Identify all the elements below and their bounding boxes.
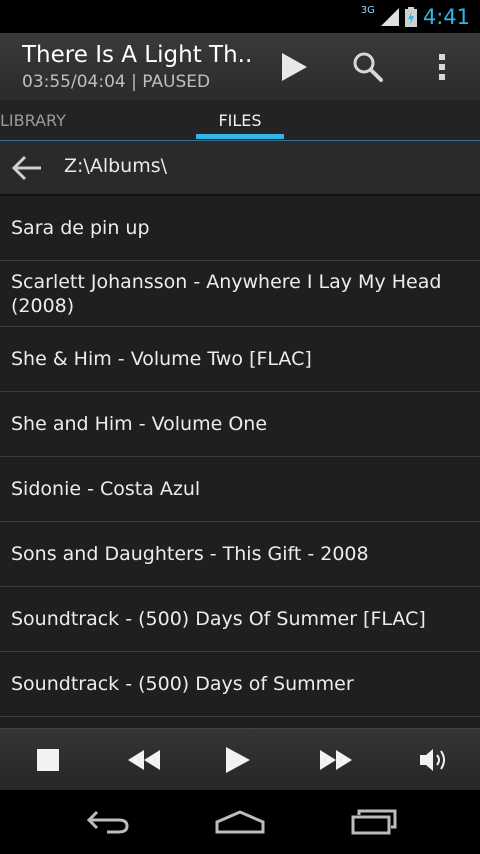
search-icon bbox=[353, 52, 383, 82]
current-path: Z:\Albums\ bbox=[64, 155, 168, 177]
list-item[interactable]: Scarlett Johansson - Anywhere I Lay My H… bbox=[0, 261, 480, 327]
rewind-icon bbox=[128, 750, 160, 770]
list-item-label: She and Him - Volume One bbox=[11, 413, 268, 435]
network-type: 3G bbox=[360, 5, 375, 16]
volume-button[interactable] bbox=[408, 729, 458, 791]
fast-forward-button[interactable] bbox=[310, 729, 362, 791]
header-play-button[interactable] bbox=[266, 33, 322, 100]
list-item[interactable]: Sons and Daughters - This Gift - 2008 bbox=[0, 522, 480, 587]
list-item[interactable]: She and Him - Volume One bbox=[0, 392, 480, 457]
tab-library[interactable]: LIBRARY bbox=[0, 100, 68, 140]
now-playing-status: 03:55/04:04 | PAUSED bbox=[22, 72, 211, 92]
file-list[interactable]: Sara de pin up Scarlett Johansson - Anyw… bbox=[0, 196, 480, 728]
status-bar: 3G 4:41 bbox=[0, 0, 480, 33]
nav-home-button[interactable] bbox=[212, 790, 268, 854]
battery-charging-icon bbox=[404, 6, 417, 27]
list-item-label: Sons and Daughters - This Gift - 2008 bbox=[11, 543, 369, 565]
rewind-button[interactable] bbox=[118, 729, 170, 791]
list-item-label: Sara de pin up bbox=[11, 217, 150, 239]
list-item-label: Sidonie - Costa Azul bbox=[11, 478, 201, 500]
playback-controls bbox=[0, 728, 480, 791]
stop-icon bbox=[37, 749, 59, 771]
home-icon bbox=[215, 810, 265, 834]
arrow-left-icon bbox=[11, 155, 41, 181]
status-icons: 3G 4:41 bbox=[361, 0, 470, 33]
play-icon bbox=[226, 747, 250, 773]
volume-icon bbox=[420, 749, 445, 771]
list-item-label: She & Him - Volume Two [FLAC] bbox=[11, 348, 312, 370]
list-item[interactable]: Sidonie - Costa Azul bbox=[0, 457, 480, 522]
list-item[interactable]: Soundtrack - (500) Days Of Summer [FLAC] bbox=[0, 587, 480, 652]
overflow-menu-icon bbox=[439, 53, 445, 80]
now-playing-header: There Is A Light Th... 03:55/04:04 | PAU… bbox=[0, 33, 480, 100]
system-navigation-bar bbox=[0, 790, 480, 854]
play-button[interactable] bbox=[214, 729, 262, 791]
list-item-label: Scarlett Johansson - Anywhere I Lay My H… bbox=[11, 270, 442, 317]
recent-apps-icon bbox=[351, 809, 397, 835]
list-item-label: Soundtrack - (500) Days of Summer bbox=[11, 673, 354, 695]
list-item[interactable]: She & Him - Volume Two [FLAC] bbox=[0, 327, 480, 392]
fast-forward-icon bbox=[320, 750, 352, 770]
list-item[interactable]: Sara de pin up bbox=[0, 196, 480, 261]
search-button[interactable] bbox=[340, 33, 396, 100]
back-icon bbox=[86, 810, 129, 834]
play-icon bbox=[282, 52, 307, 81]
nav-back-button[interactable] bbox=[80, 790, 136, 854]
clock: 4:41 bbox=[422, 4, 470, 29]
list-item-label: Soundtrack - (500) Days Of Summer [FLAC] bbox=[11, 608, 426, 630]
overflow-menu-button[interactable] bbox=[418, 33, 466, 100]
stop-button[interactable] bbox=[24, 729, 72, 791]
up-folder-button[interactable] bbox=[10, 151, 44, 185]
path-bar: Z:\Albums\ bbox=[0, 141, 480, 196]
now-playing-title[interactable]: There Is A Light Th... bbox=[22, 42, 252, 68]
nav-recent-apps-button[interactable] bbox=[346, 790, 402, 854]
signal-icon bbox=[380, 7, 399, 26]
selected-tab-indicator bbox=[196, 134, 284, 139]
list-item[interactable]: Soundtrack - (500) Days of Summer bbox=[0, 652, 480, 717]
